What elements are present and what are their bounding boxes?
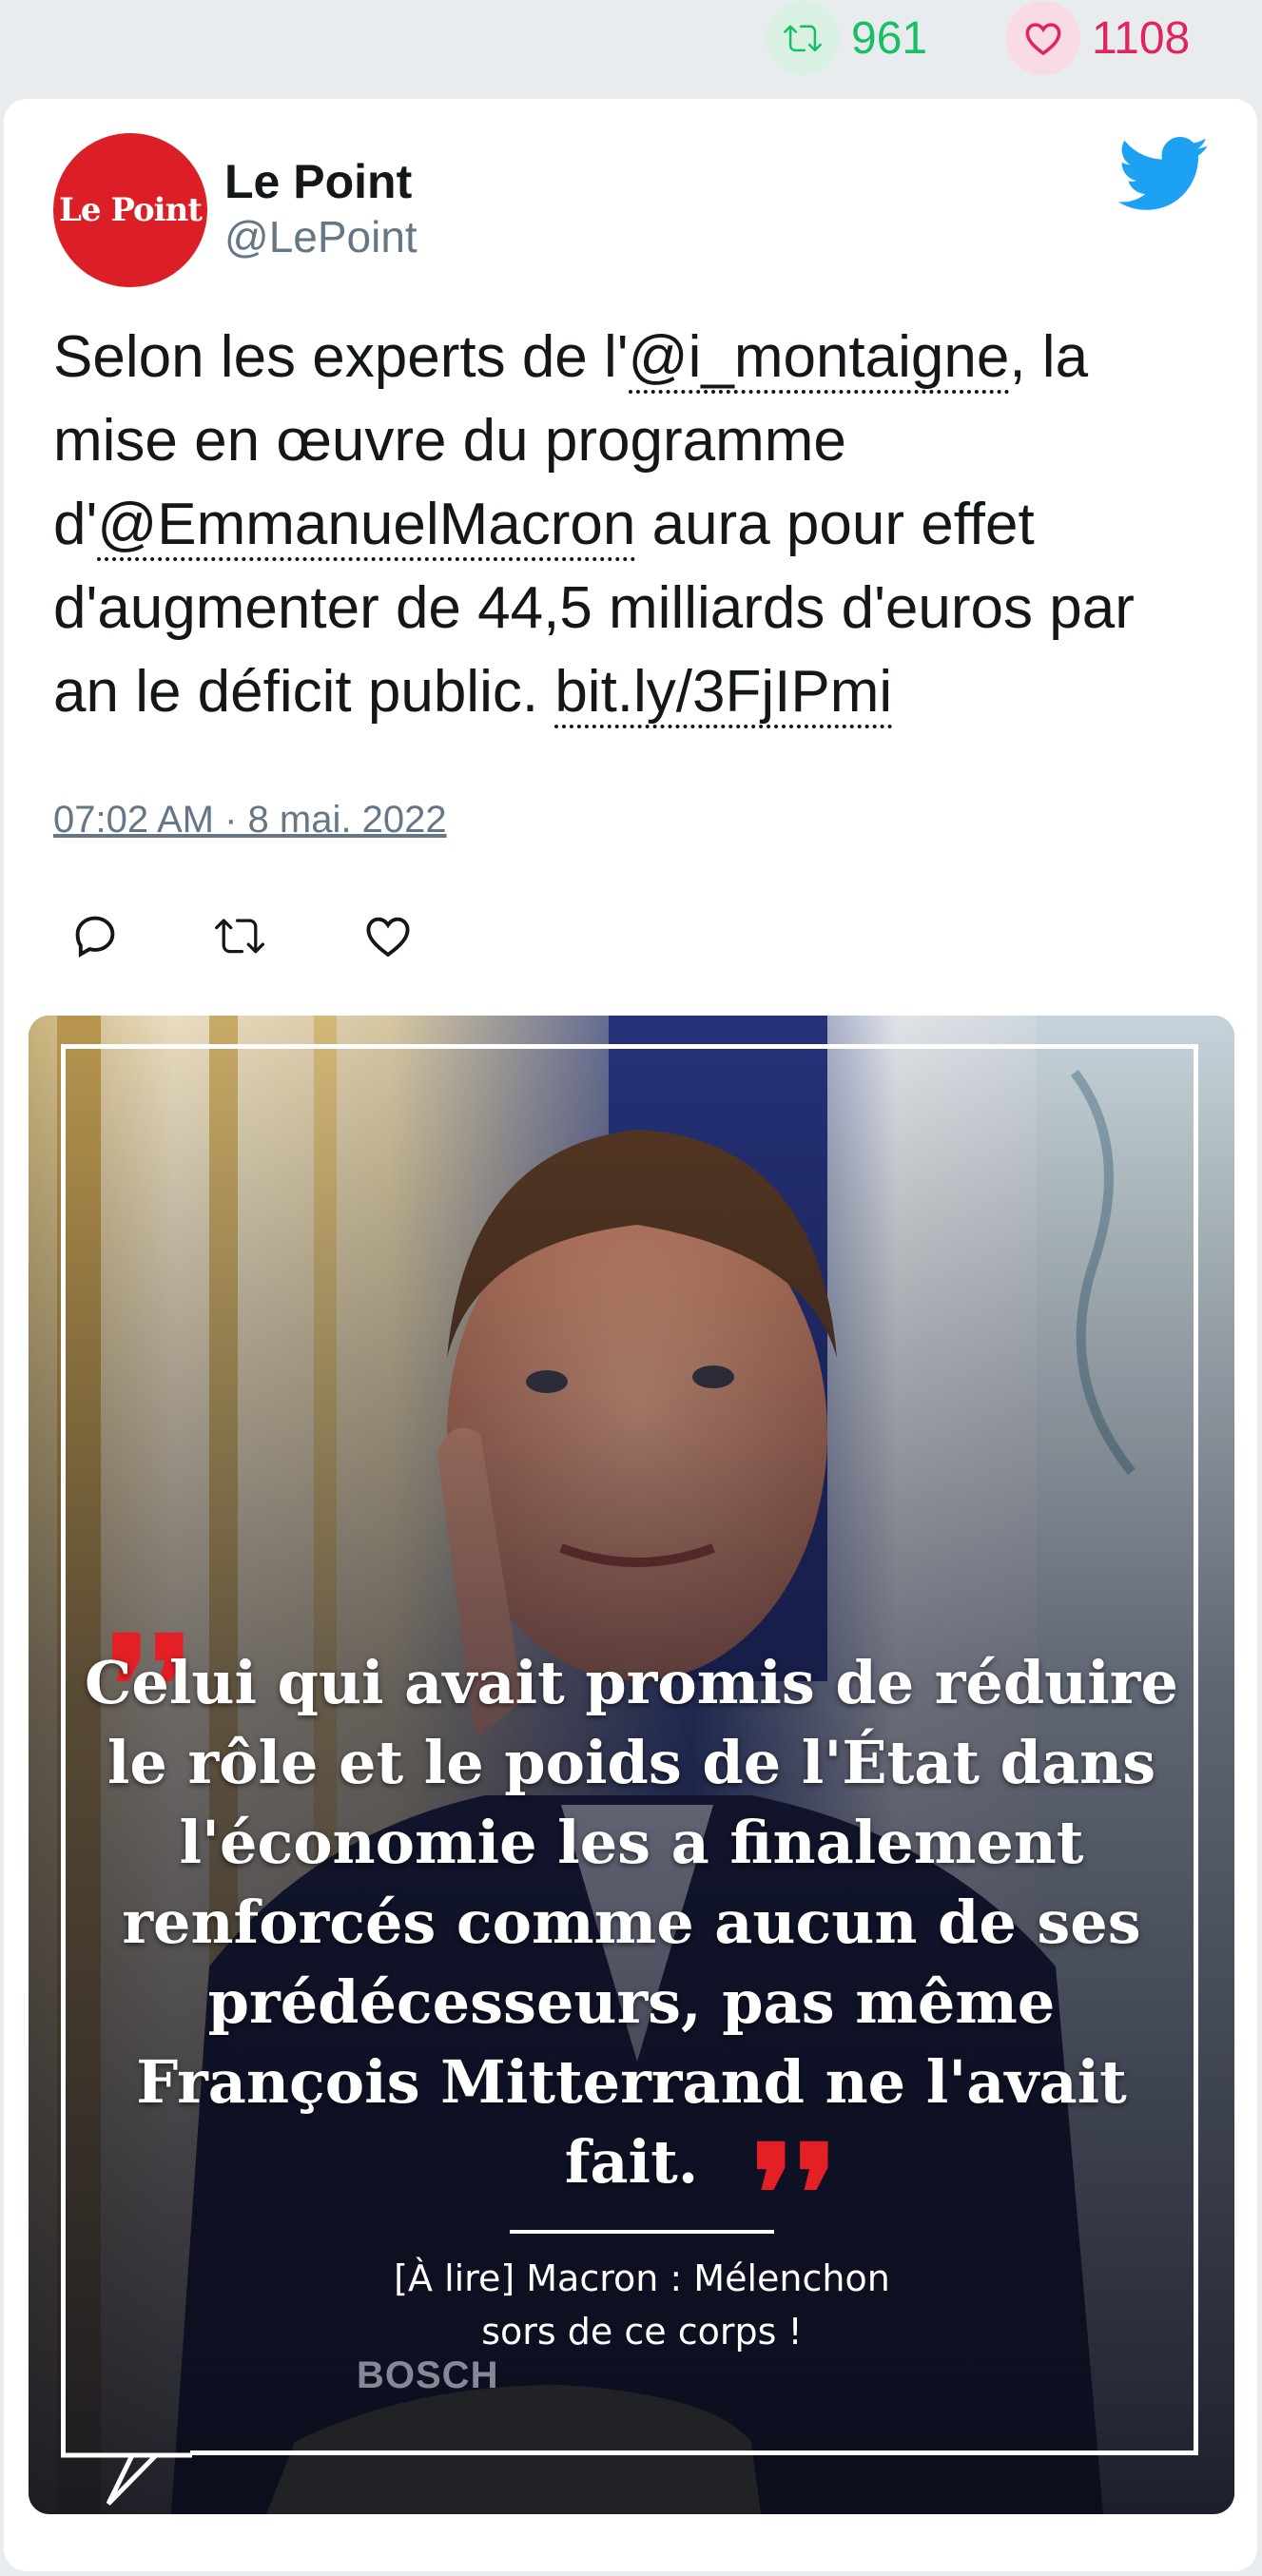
retweet-icon[interactable]	[213, 911, 266, 964]
caption-line-1: [À lire] Macron : Mélenchon	[394, 2257, 890, 2299]
timestamp-link[interactable]: 07:02 AM · 8 mai. 2022	[53, 799, 447, 842]
mention-link[interactable]: @i_montaigne	[628, 324, 1010, 394]
author-handle[interactable]: @LePoint	[224, 211, 417, 262]
heart-icon	[1006, 1, 1080, 75]
tweet-media-image[interactable]: ❜❜ Celui qui avait promis de réduire le …	[29, 1016, 1234, 2514]
image-caption: [À lire] Macron : Mélenchon sors de ce c…	[352, 2252, 932, 2358]
retweet-count: 961	[851, 12, 928, 64]
twitter-bird-icon[interactable]	[1116, 137, 1212, 213]
tweet-text: Selon les experts de l'@i_montaigne, la …	[53, 316, 1213, 734]
quote-divider	[510, 2230, 774, 2234]
speech-tail-shape	[61, 2423, 192, 2506]
url-link[interactable]: bit.ly/3FjIPmi	[554, 659, 893, 728]
microphone-brand: BOSCH	[357, 2354, 499, 2396]
retweet-stat[interactable]: 961	[766, 0, 927, 76]
reply-icon[interactable]	[70, 911, 124, 964]
image-frame-bottom	[190, 2450, 1198, 2455]
engagement-stats: 961 1108	[0, 0, 1262, 90]
like-icon[interactable]	[363, 911, 417, 964]
like-count: 1108	[1092, 12, 1191, 64]
retweet-icon	[766, 1, 840, 75]
caption-line-2: sors de ce corps !	[481, 2311, 803, 2353]
avatar[interactable]: Le Point	[53, 133, 207, 287]
tweet-text-part1: Selon les experts de l'	[53, 324, 629, 390]
like-stat[interactable]: 1108	[1006, 0, 1190, 76]
mention-link[interactable]: @EmmanuelMacron	[97, 492, 636, 561]
author-name[interactable]: Le Point	[224, 154, 412, 209]
close-quote-mark: ❜❜	[751, 2117, 838, 2273]
avatar-logo-text: Le Point	[58, 191, 203, 229]
tweet-card: Le Point Le Point @LePoint Selon les exp…	[4, 99, 1257, 2571]
quote-text: Celui qui avait promis de réduire le rôl…	[85, 1648, 1178, 2197]
